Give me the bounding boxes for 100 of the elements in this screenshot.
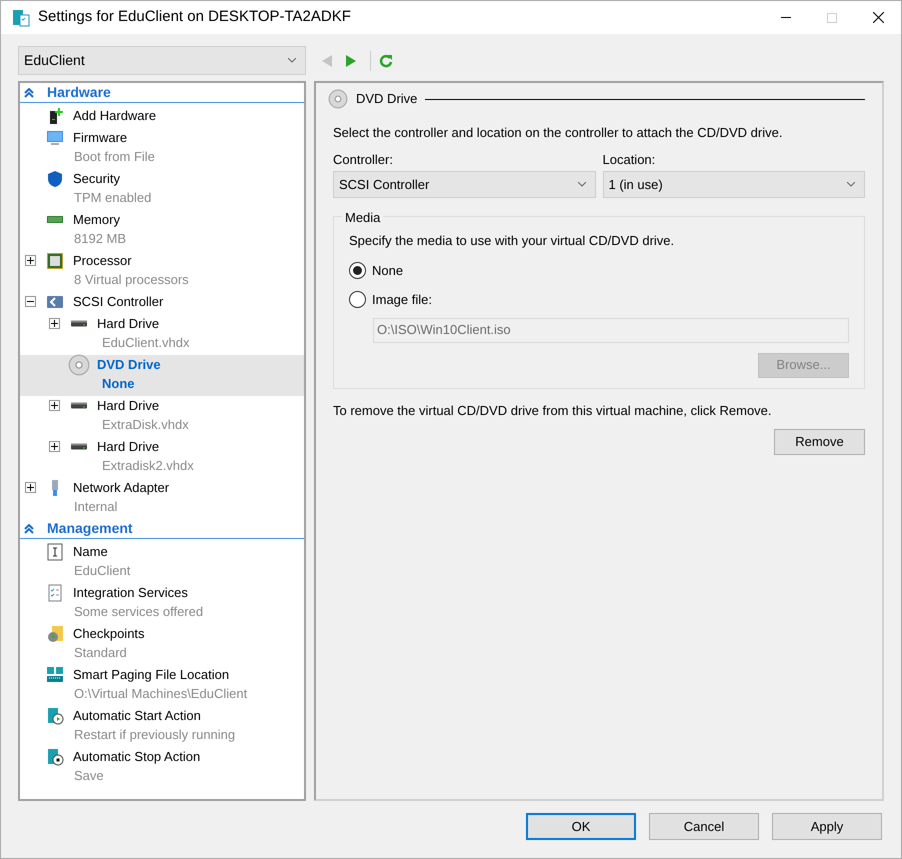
remove-note: To remove the virtual CD/DVD drive from this virtual machine, click Remove. (333, 402, 773, 420)
tree-item[interactable]: DVD Drive None (20, 355, 304, 396)
item-label: SCSI Controller (73, 292, 164, 311)
tree-item[interactable]: Security TPM enabled (20, 169, 304, 210)
item-detail: Extradisk2.vhdx (101, 457, 195, 475)
item-detail: O:\Virtual Machines\EduClient (73, 685, 248, 703)
panel-title: DVD Drive (356, 90, 418, 108)
item-detail: Boot from File (73, 148, 156, 166)
item-detail: None (101, 375, 136, 393)
item-label: Integration Services (73, 584, 188, 602)
settings-window-icon (12, 8, 30, 26)
section-header[interactable]: Hardware (20, 83, 304, 103)
item-detail: EduClient (73, 562, 132, 580)
item-label: Automatic Start Action (73, 706, 201, 725)
item-label: Security (73, 170, 120, 188)
chevron-down-icon (288, 58, 296, 63)
section-title: Hardware (47, 83, 111, 102)
tree-item[interactable]: Add Hardware (20, 106, 304, 128)
forward-arrow-icon[interactable] (346, 54, 356, 66)
window-title: Settings for EduClient on DESKTOP-TA2ADKF (38, 7, 351, 28)
expand-toggle[interactable] (49, 318, 60, 329)
chevron-down-icon (578, 182, 586, 187)
item-label: Hard Drive (97, 396, 160, 415)
tree-item[interactable]: Checkpoints Standard (20, 624, 304, 665)
tree-item[interactable]: Firmware Boot from File (20, 128, 304, 169)
hard-drive-icon (70, 443, 88, 450)
controller-dropdown[interactable]: SCSI Controller (333, 171, 596, 198)
tree-item[interactable]: Processor 8 Virtual processors (20, 251, 304, 292)
refresh-icon[interactable] (379, 54, 393, 68)
item-label: Hard Drive (97, 438, 160, 456)
item-label: Name (73, 542, 108, 561)
dialog-button[interactable]: Cancel (649, 813, 759, 840)
chevrons-up-icon (24, 88, 34, 98)
item-label: Add Hardware (73, 106, 156, 125)
tree-item[interactable]: Memory 8192 MB (20, 210, 304, 251)
expand-toggle[interactable] (25, 255, 36, 266)
expand-toggle[interactable] (49, 441, 60, 452)
item-detail: Restart if previously running (73, 726, 236, 744)
location-dropdown[interactable]: 1 (in use) (602, 171, 865, 198)
radio-label: Image file: (372, 291, 432, 309)
instruction-text: Select the controller and location on the controller to attach the CD/DVD drive. (333, 124, 784, 142)
remove-button[interactable]: Remove (774, 429, 865, 455)
item-detail: Save (73, 767, 105, 785)
item-label: Checkpoints (73, 624, 145, 643)
shield-icon (46, 170, 64, 188)
field-label: Controller: (333, 150, 394, 168)
stop-action-icon (46, 748, 64, 766)
vm-dropdown[interactable]: EduClient (18, 46, 306, 75)
start-action-icon (46, 706, 64, 724)
expand-toggle[interactable] (25, 482, 36, 493)
disc-icon (328, 89, 348, 109)
dialog-button[interactable]: Apply (772, 813, 882, 840)
collapse-toggle[interactable] (25, 296, 36, 307)
chevrons-up-icon (24, 524, 34, 534)
hard-drive-icon (70, 402, 88, 409)
tree-item[interactable]: Hard Drive ExtraDisk.vhdx (20, 396, 304, 437)
item-detail: 8 Virtual processors (73, 271, 190, 289)
radio-button[interactable] (349, 291, 366, 308)
item-label: Smart Paging File Location (73, 666, 230, 684)
text-cursor-icon (46, 542, 64, 560)
item-detail: Some services offered (73, 603, 204, 621)
tree-item[interactable]: SCSI Controller (20, 292, 304, 314)
hard-drive-icon (70, 320, 88, 327)
tree-item[interactable]: Name EduClient (20, 542, 304, 583)
radio-button[interactable] (349, 262, 366, 279)
monitor-icon (46, 128, 64, 146)
item-label: Firmware (73, 128, 128, 147)
item-label: Processor (73, 252, 132, 270)
tree-item[interactable]: Integration Services Some services offered (20, 583, 304, 624)
field-label: Location: (602, 150, 656, 168)
section-header[interactable]: Management (20, 519, 304, 539)
close-icon (872, 12, 884, 23)
radio-label: None (372, 262, 404, 280)
tree-item[interactable]: Smart Paging File Location O:\Virtual Machines\EduClient (20, 665, 304, 706)
item-label: Network Adapter (73, 478, 170, 497)
chevron-down-icon (847, 182, 855, 187)
item-label: Memory (73, 210, 120, 229)
disc-icon (68, 354, 90, 376)
processor-icon (46, 252, 64, 270)
clock-folder-icon (46, 624, 64, 642)
dialog-button[interactable]: OK (526, 813, 636, 840)
item-label: Automatic Stop Action (73, 748, 200, 766)
item-detail: EduClient.vhdx (101, 334, 190, 352)
expand-toggle[interactable] (49, 400, 60, 411)
tree-item[interactable]: Hard Drive Extradisk2.vhdx (20, 437, 304, 478)
item-detail: Internal (73, 498, 118, 516)
section-title: Management (47, 519, 133, 538)
tree-item[interactable]: Automatic Stop Action Save (20, 747, 304, 788)
item-label: DVD Drive (97, 356, 161, 374)
item-label: Hard Drive (97, 314, 160, 333)
tree-item[interactable]: Network Adapter Internal (20, 478, 304, 519)
paging-file-icon (46, 666, 64, 684)
item-detail: Standard (73, 644, 128, 662)
item-detail: TPM enabled (73, 189, 152, 207)
item-detail: ExtraDisk.vhdx (101, 416, 190, 434)
tree-item[interactable]: Hard Drive EduClient.vhdx (20, 314, 304, 355)
checklist-icon (46, 584, 64, 602)
media-instruction: Specify the media to use with your virtual CD/DVD drive. (349, 232, 676, 250)
item-detail: 8192 MB (73, 230, 128, 248)
tree-item[interactable]: Automatic Start Action Restart if previously running (20, 706, 304, 747)
